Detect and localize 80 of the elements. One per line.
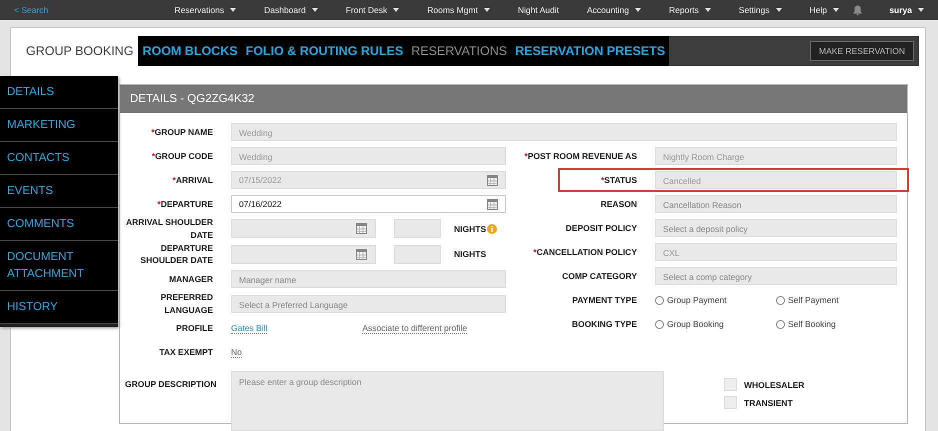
caret-icon [704,8,711,12]
shoulder-date-field[interactable] [231,244,376,264]
checkbox-label: WHOLESALER [744,380,804,390]
caret-icon [312,8,318,12]
radio-button[interactable] [655,296,664,304]
field-label: *STATUS [600,174,637,186]
field-label: TAX EXEMPT [158,346,213,359]
nav-menu-item[interactable]: Reports [655,5,725,15]
nav-menu-item[interactable]: Front Desk [332,5,414,15]
checkbox[interactable] [724,378,737,391]
details-title: DETAILS - QG2ZG4K32 [120,85,907,113]
radio-button[interactable] [776,320,785,328]
radio-button[interactable] [776,296,785,304]
field-label: REASON [600,198,637,210]
field-label: *DEPARTURE [156,198,213,210]
tab[interactable]: ROOM BLOCKS [138,36,242,66]
field-label: PAYMENT TYPE [571,294,637,306]
caret-icon [230,8,236,12]
checkbox-label: TRANSIENT [744,398,793,408]
nav-menu-item[interactable]: Reservations [160,5,250,15]
nav-menu-item[interactable]: Night Audit [504,5,573,15]
field-label: *CANCELLATION POLICY [532,246,637,258]
nights-label: NIGHTS [454,249,486,260]
nav-menu-item[interactable]: Help [796,5,853,15]
shoulder-date-field[interactable] [231,219,376,238]
radio-button[interactable] [655,320,664,328]
tax-exempt-value[interactable]: No [231,347,242,358]
side-nav-item[interactable]: EVENTS [0,175,118,208]
side-nav-item[interactable]: CONTACTS [0,142,118,176]
side-nav-item[interactable]: HISTORY [0,290,118,324]
field-label: PROFILE [175,322,213,335]
checkbox[interactable] [724,396,737,409]
field-label: ARRIVAL SHOULDER DATE [124,216,213,242]
bell-icon[interactable] [852,4,862,16]
field-label: *POST ROOM REVENUE AS [523,150,637,162]
date-value: 07/16/2022 [239,198,282,211]
field-label: MANAGER [168,272,213,286]
user-menu[interactable]: surya [889,5,924,15]
field-label: *ARRIVAL [172,174,213,186]
nav-menu-item[interactable]: Accounting [572,5,656,15]
caret-icon [635,8,642,12]
calendar-icon[interactable] [356,223,367,234]
caret-icon [393,8,400,12]
caret-icon [484,8,490,12]
side-nav-item[interactable]: COMMENTS [0,208,118,242]
search-back-link[interactable]: < Search [14,5,130,15]
tab[interactable]: RESERVATION PRESETS [511,36,670,66]
nav-menu-item[interactable]: Rooms Mgmt [413,5,504,15]
date-value: 07/15/2022 [239,174,282,187]
field-label: BOOKING TYPE [570,318,637,330]
profile-link[interactable]: Associate to different profile [362,323,468,334]
nights-field[interactable] [394,219,441,238]
date-field[interactable]: 07/16/2022 [231,195,506,213]
nights-field[interactable] [394,244,441,264]
tab[interactable]: GROUP BOOKING [18,36,138,66]
side-nav-item[interactable]: MARKETING [0,109,118,142]
nav-menu-item[interactable]: Settings [724,5,796,15]
info-icon[interactable] [487,224,498,234]
field-label: GROUP DESCRIPTION [124,378,218,390]
radio-label: Group Payment [667,295,727,305]
side-nav-item[interactable]: DETAILS [0,76,118,110]
field-label: DEPOSIT POLICY [564,222,637,234]
make-reservation-button[interactable]: MAKE RESERVATION [810,41,914,61]
field-label: PREFERRED LANGUAGE [160,291,213,316]
caret-icon [832,8,839,12]
caret-icon [918,8,924,12]
caret-icon [776,8,782,12]
tab[interactable]: FOLIO & ROUTING RULES [242,36,408,66]
calendar-icon[interactable] [356,248,367,260]
calendar-icon[interactable] [487,198,498,210]
radio-label: Group Booking [667,319,724,329]
radio-label: Self Booking [788,319,836,329]
field-label: COMP CATEGORY [561,270,637,282]
field-label: *GROUP CODE [150,150,213,162]
nights-label: NIGHTS [454,224,486,234]
radio-label: Self Payment [788,295,839,305]
nav-menu-item[interactable]: Dashboard [250,5,332,15]
side-nav-item[interactable]: DOCUMENT ATTACHMENT [0,241,118,291]
field-label: DEPARTURE SHOULDER DATE [139,242,213,267]
field-label: *GROUP NAME [150,126,213,138]
